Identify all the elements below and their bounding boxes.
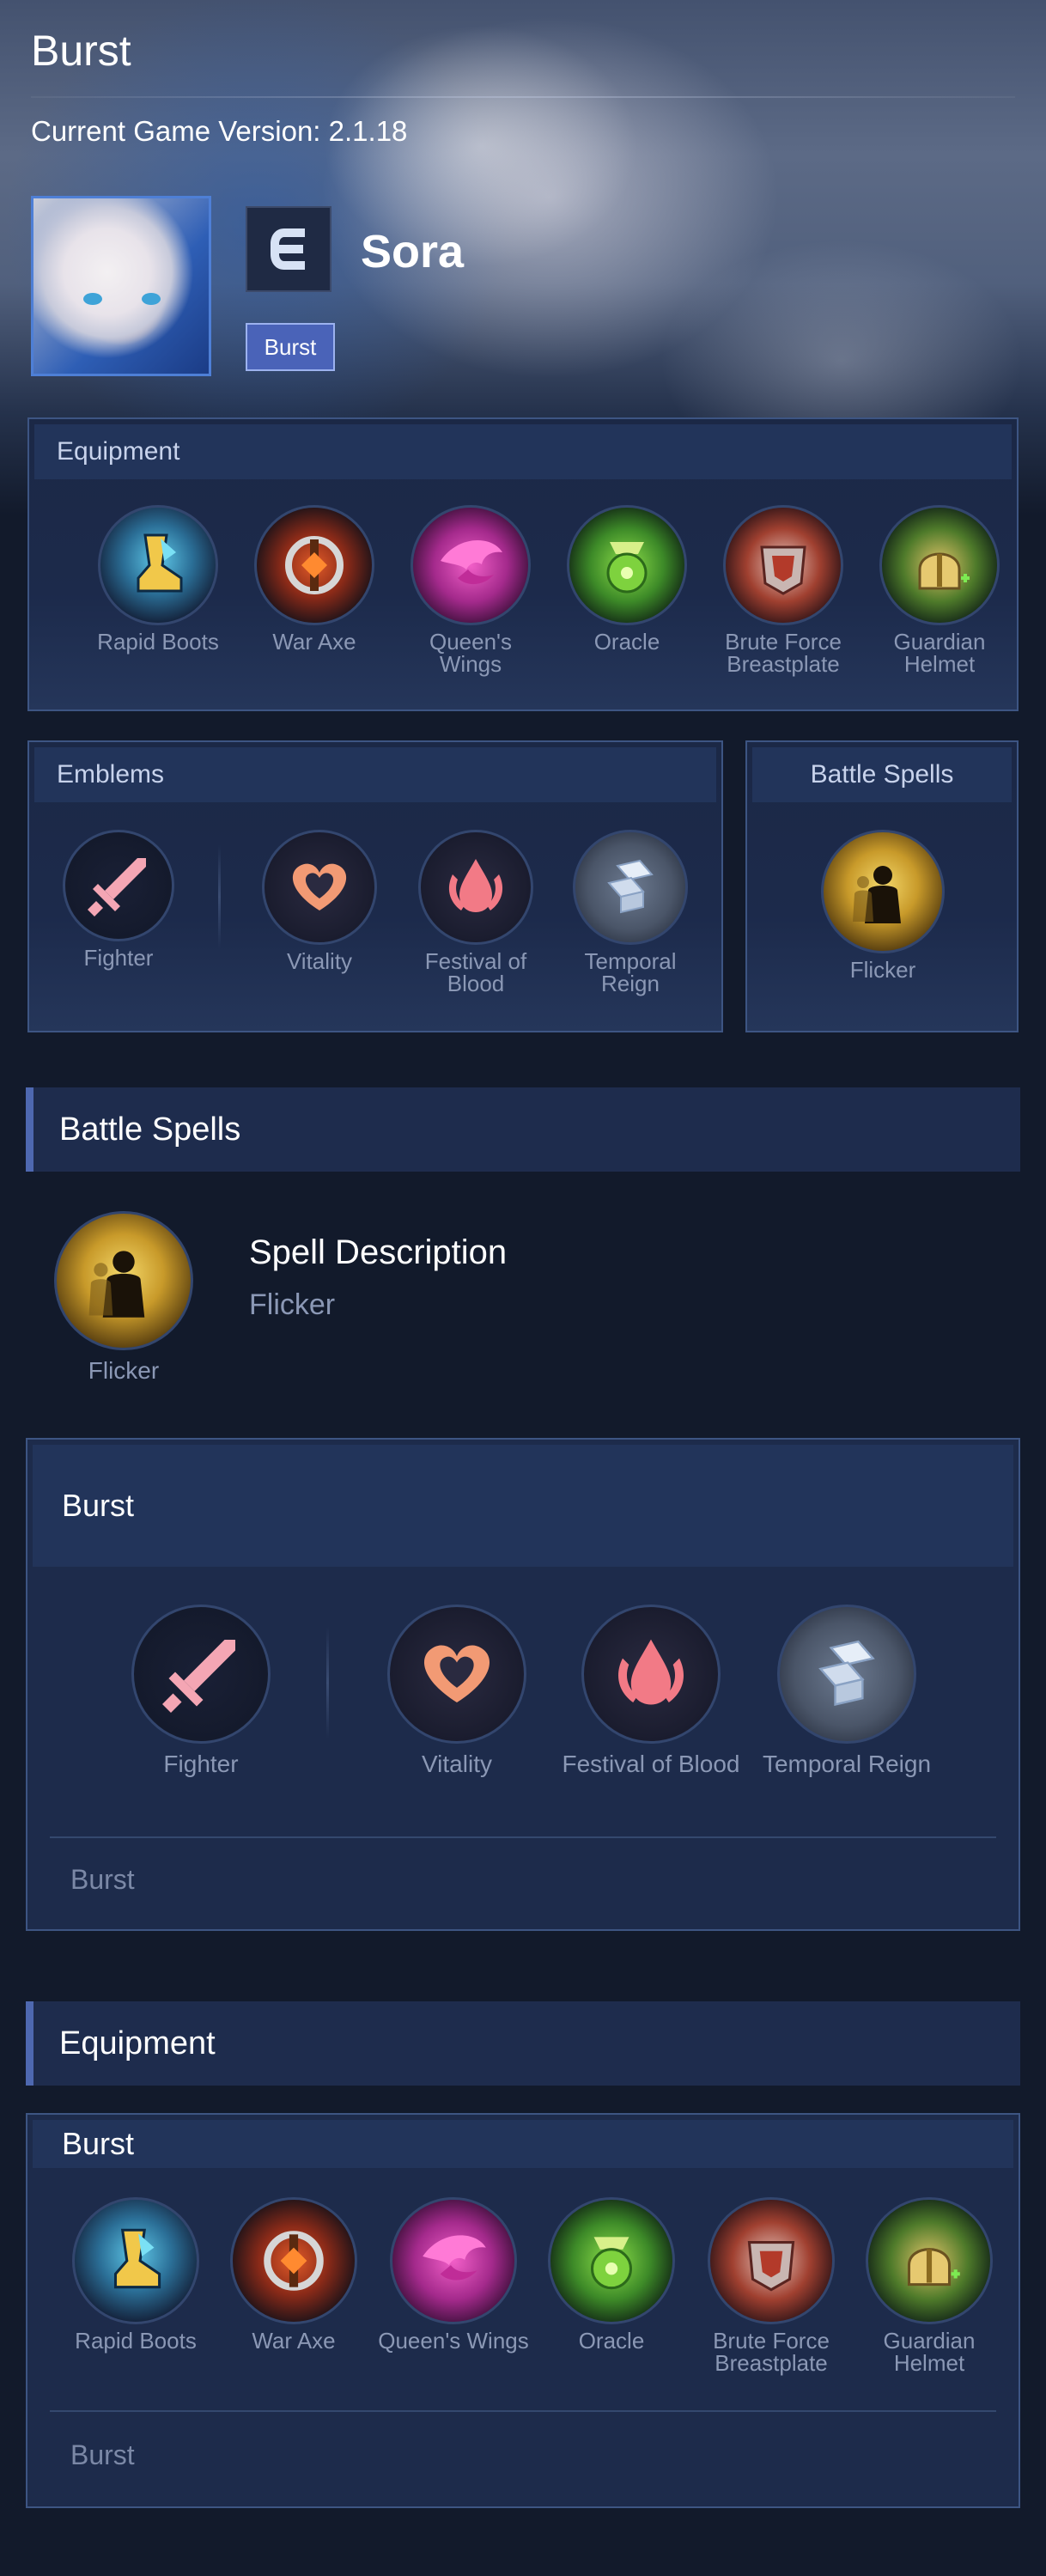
equipment-label: Rapid Boots [97, 629, 219, 655]
emblem-main[interactable]: Fighter [106, 1605, 295, 1776]
festival-of-blood-icon [581, 1605, 721, 1744]
equipment-item[interactable]: Rapid Boots [58, 2197, 213, 2352]
emblem-talent[interactable]: Vitality [362, 1605, 551, 1776]
equipment-item[interactable]: War Axe [216, 2197, 371, 2352]
queens-wings-icon [410, 505, 531, 625]
hero-name: Sora [361, 226, 465, 277]
emblem-talent-label: Vitality [286, 948, 353, 974]
equipment-item[interactable]: Brute Force Breastplate [694, 2197, 848, 2374]
card-divider [50, 1836, 996, 1838]
spell-detail-item[interactable]: Flicker [29, 1211, 218, 1383]
equipment-label: Brute Force Breastplate [725, 629, 842, 677]
emblem-talent[interactable]: Temporal Reign [562, 830, 699, 995]
spell-description-title: Spell Description [249, 1233, 508, 1271]
equipment-build-header: Burst [33, 2120, 1013, 2168]
emblem-talent[interactable]: Temporal Reign [752, 1605, 941, 1776]
emblem-build-header: Burst [33, 1445, 1013, 1567]
equipment-label: Oracle [578, 2328, 645, 2354]
equipment-label: War Axe [272, 629, 356, 655]
brute-force-breastplate-icon [723, 505, 843, 625]
emblem-build-footer: Burst [70, 1864, 135, 1895]
emblem-talent[interactable]: Festival of Blood [556, 1605, 745, 1776]
emblem-separator [326, 1627, 329, 1739]
temporal-reign-icon [573, 830, 688, 945]
equipment-item[interactable]: War Axe [246, 505, 383, 653]
equipment-label: Brute Force Breastplate [713, 2328, 830, 2376]
game-version: Current Game Version: 2.1.18 [31, 115, 408, 147]
vitality-icon [262, 830, 377, 945]
emblem-talent-label: Temporal Reign [584, 948, 677, 996]
equipment-label: War Axe [252, 2328, 336, 2354]
emblem-main[interactable]: Fighter [50, 830, 187, 969]
emblem-build-card: Burst Fighter Vitality Festival of Blood… [26, 1438, 1020, 1931]
equipment-label: Queen's Wings [429, 629, 513, 677]
emblem-talent-label: Vitality [422, 1751, 492, 1777]
war-axe-icon [230, 2197, 357, 2324]
queens-wings-icon [390, 2197, 517, 2324]
rapid-boots-icon [72, 2197, 199, 2324]
flicker-icon [821, 830, 945, 953]
festival-of-blood-icon [418, 830, 533, 945]
emblem-talent-label: Festival of Blood [562, 1751, 740, 1777]
equipment-item[interactable]: Oracle [558, 505, 696, 653]
equipment-panel-header: Equipment [34, 424, 1012, 479]
title-divider [31, 96, 1015, 98]
battle-spells-panel: Battle Spells Flicker [745, 740, 1019, 1032]
role-icon [246, 206, 331, 292]
equipment-item[interactable]: Rapid Boots [89, 505, 227, 653]
equipment-label: Rapid Boots [75, 2328, 197, 2354]
emblem-talent[interactable]: Vitality [251, 830, 388, 972]
vitality-icon [387, 1605, 526, 1744]
brute-force-breastplate-icon [708, 2197, 835, 2324]
equipment-label: Queen's Wings [378, 2328, 529, 2354]
oracle-icon [567, 505, 687, 625]
temporal-reign-icon [777, 1605, 916, 1744]
guardian-helmet-icon [866, 2197, 993, 2324]
war-axe-icon [254, 505, 374, 625]
portrait-eyes [83, 293, 161, 307]
equipment-item[interactable]: Guardian Helmet [871, 505, 1008, 675]
battle-spells-panel-header: Battle Spells [752, 747, 1012, 802]
equipment-item[interactable]: Brute Force Breastplate [715, 505, 852, 675]
emblem-main-label: Fighter [83, 945, 154, 971]
equipment-item[interactable]: Guardian Helmet [852, 2197, 1006, 2374]
equipment-section-title: Equipment [26, 2001, 1020, 2086]
oracle-icon [548, 2197, 675, 2324]
equipment-label: Oracle [593, 629, 660, 655]
battle-spell-label: Flicker [849, 957, 916, 983]
fighter-icon [63, 830, 174, 941]
battle-spells-section-title: Battle Spells [26, 1087, 1020, 1172]
emblem-talent-label: Temporal Reign [762, 1751, 932, 1777]
equipment-label: Guardian Helmet [893, 629, 986, 677]
flicker-icon [54, 1211, 193, 1350]
equipment-build-card: Burst Rapid Boots War Axe Queen's Wings … [26, 2113, 1020, 2508]
battle-spell-item[interactable]: Flicker [814, 830, 952, 981]
emblem-talent[interactable]: Festival of Blood [407, 830, 544, 995]
rapid-boots-icon [98, 505, 218, 625]
page-title: Burst [31, 27, 131, 75]
guardian-helmet-icon [879, 505, 1000, 625]
spell-detail-label: Flicker [88, 1357, 160, 1384]
equipment-item[interactable]: Oracle [534, 2197, 689, 2352]
spell-description-text: Flicker [249, 1288, 336, 1321]
equipment-item[interactable]: Queen's Wings [402, 505, 539, 675]
equipment-item[interactable]: Queen's Wings [376, 2197, 531, 2352]
emblem-separator [218, 845, 221, 948]
role-tag[interactable]: Burst [246, 323, 335, 371]
emblems-panel: Emblems Fighter Vitality Festival of Blo… [27, 740, 723, 1032]
fighter-icon [131, 1605, 271, 1744]
emblem-talent-label: Festival of Blood [424, 948, 527, 996]
equipment-panel: Equipment Rapid Boots War Axe Queen's Wi… [27, 417, 1019, 711]
card-divider [50, 2410, 996, 2412]
emblems-panel-header: Emblems [34, 747, 716, 802]
equipment-build-footer: Burst [70, 2439, 135, 2470]
emblem-main-label: Fighter [163, 1751, 239, 1777]
equipment-label: Guardian Helmet [883, 2328, 976, 2376]
hero-portrait [31, 196, 211, 376]
